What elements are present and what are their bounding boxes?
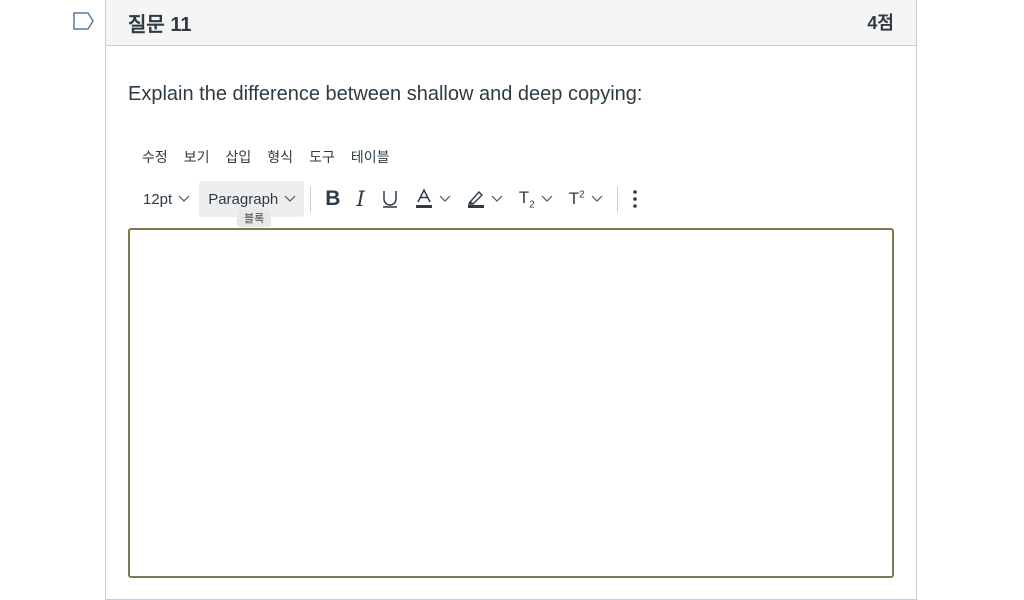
chevron-down-icon: [178, 195, 190, 202]
menu-table[interactable]: 테이블: [343, 147, 398, 167]
underline-button[interactable]: [373, 181, 407, 217]
editor-toolbar: 12pt Paragraph B I T2 T2: [134, 180, 646, 218]
toolbar-divider: [310, 186, 312, 212]
question-header: 질문 11 4점: [106, 0, 916, 46]
underline-icon: [382, 191, 397, 208]
bold-button[interactable]: B: [317, 181, 348, 217]
superscript-button[interactable]: T2: [561, 181, 611, 217]
chevron-down-icon: [284, 195, 296, 202]
italic-button[interactable]: I: [348, 181, 372, 217]
editor-menubar: 수정 보기 삽입 형식 도구 테이블: [134, 147, 397, 167]
bold-icon: B: [325, 187, 341, 210]
menu-format[interactable]: 형식: [259, 147, 301, 167]
font-size-dropdown[interactable]: 12pt: [134, 181, 199, 217]
toolbar-divider: [616, 186, 618, 212]
highlight-button[interactable]: [459, 181, 511, 217]
italic-icon: I: [356, 187, 365, 211]
block-format-value: Paragraph: [208, 190, 279, 208]
subscript-icon: T2: [518, 187, 535, 211]
question-points: 4점: [867, 13, 894, 33]
question-flag-icon[interactable]: [72, 11, 96, 31]
superscript-icon: T2: [568, 189, 585, 208]
font-size-value: 12pt: [143, 190, 173, 208]
chevron-down-icon: [439, 195, 451, 202]
more-options-icon: [632, 190, 637, 208]
menu-view[interactable]: 보기: [176, 147, 218, 167]
editor-content[interactable]: [130, 230, 892, 250]
menu-tools[interactable]: 도구: [301, 147, 343, 167]
chevron-down-icon: [591, 195, 603, 202]
menu-insert[interactable]: 삽입: [218, 147, 260, 167]
chevron-down-icon: [491, 195, 503, 202]
menu-edit[interactable]: 수정: [134, 147, 176, 167]
subscript-button[interactable]: T2: [511, 181, 561, 217]
question-title: 질문 11: [128, 13, 192, 36]
text-color-icon: [415, 189, 432, 208]
highlight-icon: [467, 190, 484, 208]
more-options-button[interactable]: [624, 181, 646, 217]
text-color-button[interactable]: [407, 181, 459, 217]
answer-editor[interactable]: [128, 228, 894, 578]
block-tooltip: 블록: [237, 209, 272, 227]
question-text: Explain the difference between shallow a…: [128, 83, 643, 105]
chevron-down-icon: [541, 195, 553, 202]
